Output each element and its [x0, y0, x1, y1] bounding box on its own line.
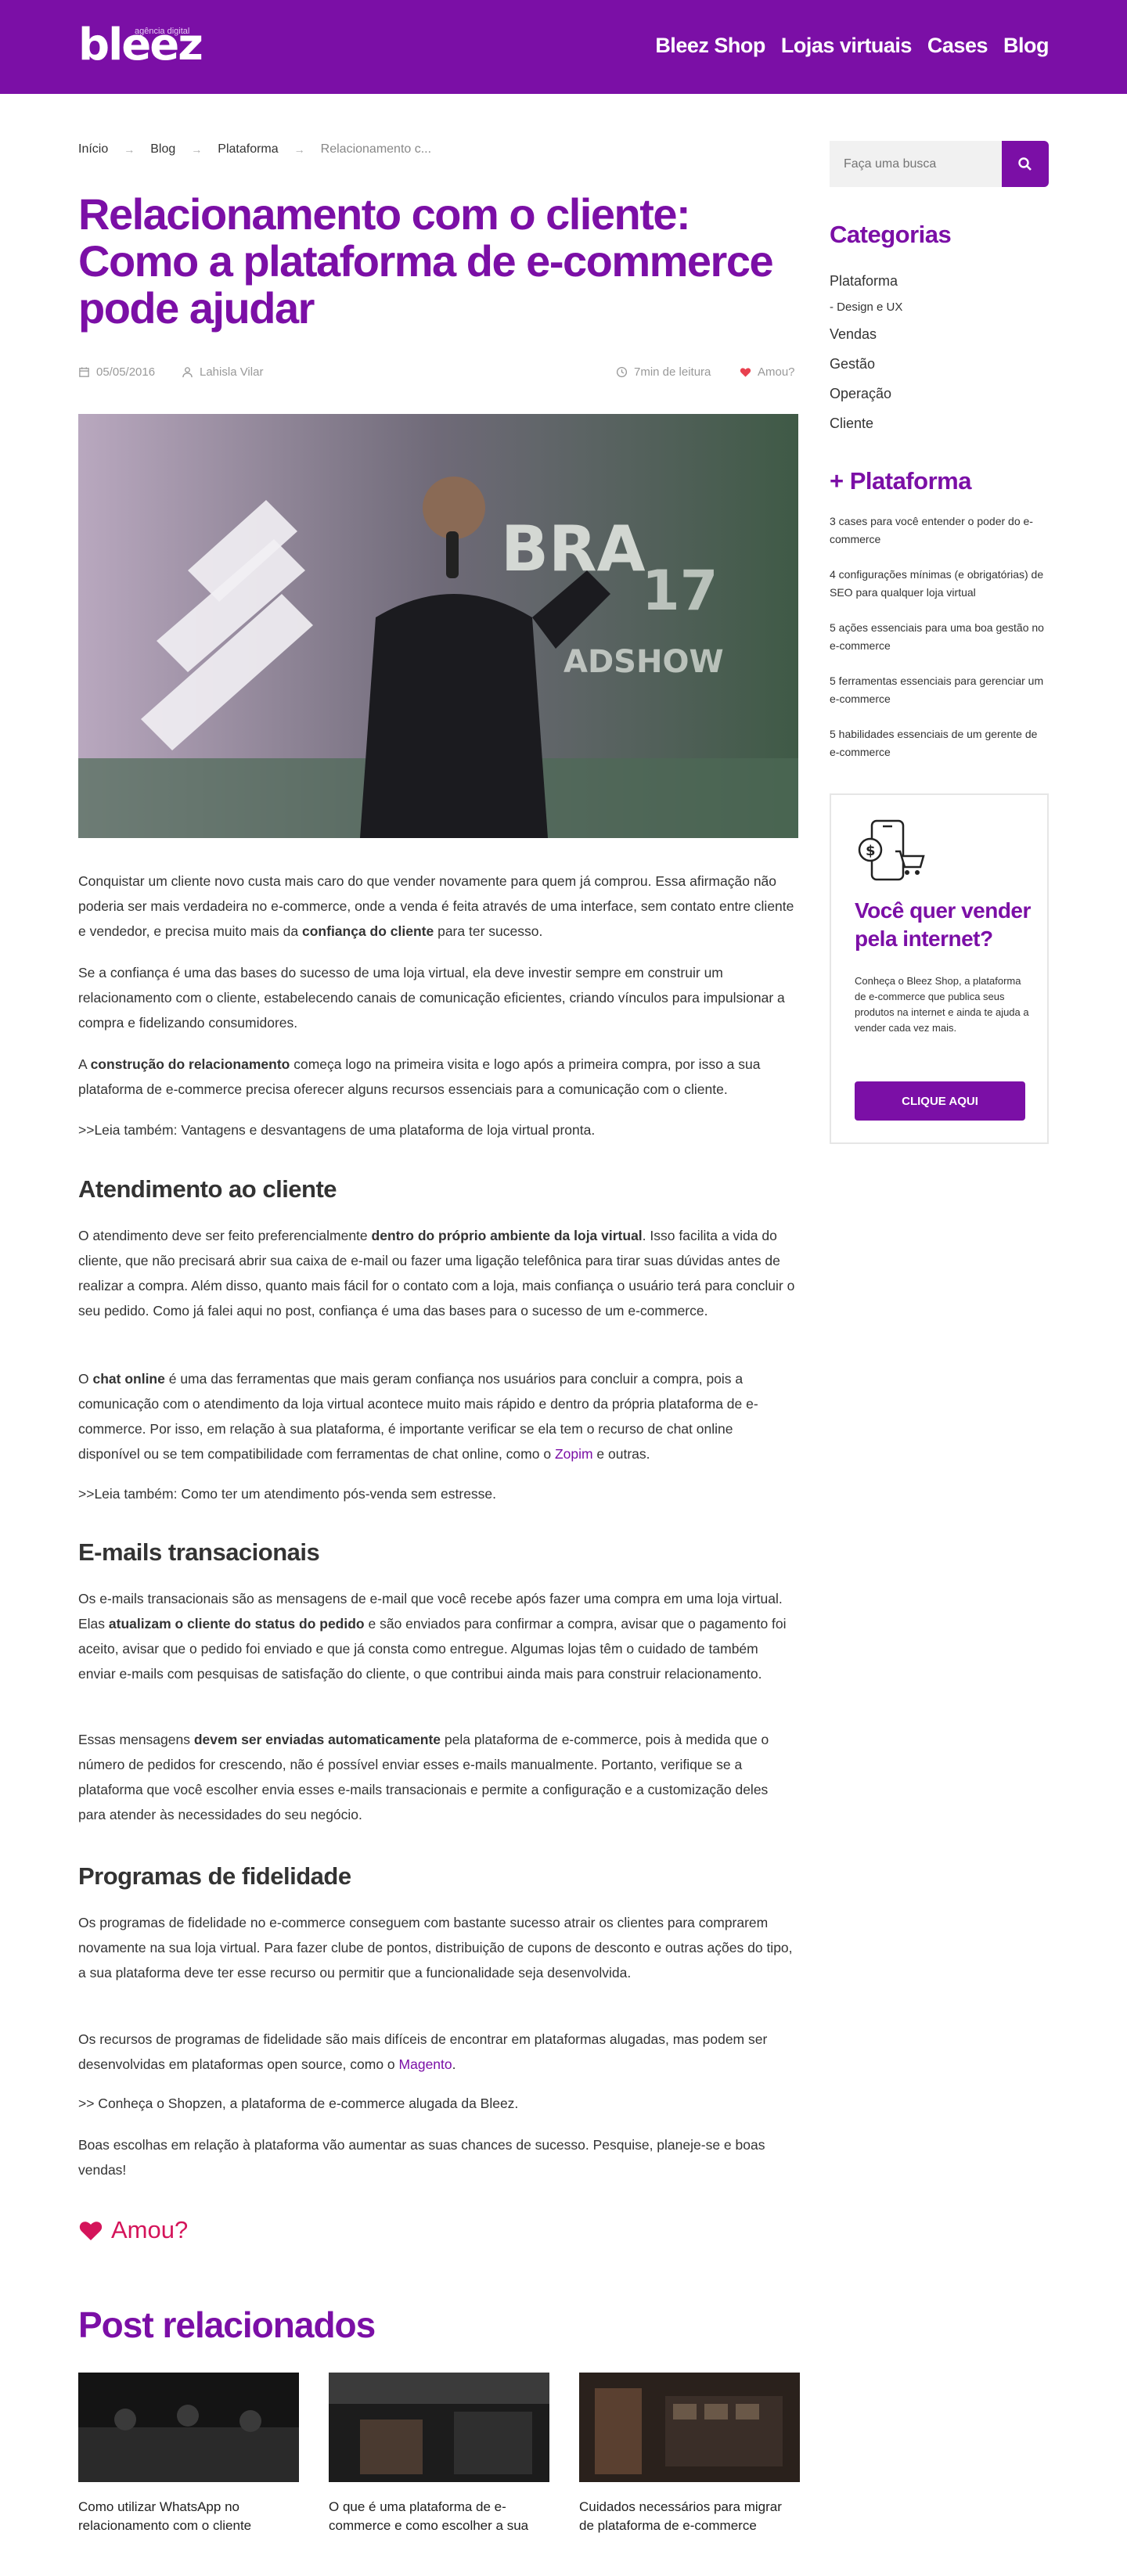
- related-post-card[interactable]: O que é uma plataforma de e-commerce e c…: [329, 2373, 549, 2535]
- plataforma-post-link[interactable]: 3 cases para você entender o poder do e-…: [830, 513, 1049, 549]
- post-title: Relacionamento com o cliente: Como a pla…: [78, 189, 774, 333]
- related-post-card[interactable]: Como utilizar WhatsApp no relacionamento…: [78, 2373, 299, 2535]
- plataforma-post-link[interactable]: 5 ações essenciais para uma boa gestão n…: [830, 619, 1049, 655]
- article-paragraph: Boas escolhas em relação à plataforma vã…: [78, 2137, 765, 2178]
- cta-text: Conheça o Bleez Shop, a plataforma de e-…: [855, 975, 1029, 1034]
- section-heading: Programas de fidelidade: [78, 1862, 351, 1890]
- related-post-title[interactable]: Como utilizar WhatsApp no relacionamento…: [78, 2498, 299, 2535]
- post-read-time-text: 7min de leitura: [634, 365, 711, 379]
- nav-cases[interactable]: Cases: [927, 34, 988, 58]
- hero-image: BRA 17 ADSHOW: [78, 414, 798, 838]
- search-button[interactable]: [1002, 141, 1049, 187]
- category-cliente[interactable]: Cliente: [830, 408, 1049, 438]
- arrow-right-icon: →: [124, 143, 135, 156]
- love-large-label: Amou?: [111, 2216, 189, 2243]
- heart-icon: [740, 368, 751, 377]
- section-heading: Atendimento ao cliente: [78, 1175, 337, 1203]
- related-post-card[interactable]: Cuidados necessários para migrar de plat…: [579, 2373, 800, 2535]
- love-label: Amou?: [758, 365, 795, 379]
- love-button[interactable]: Amou?: [740, 365, 795, 379]
- related-post-thumbnail[interactable]: [78, 2373, 299, 2482]
- svg-text:ADSHOW: ADSHOW: [564, 644, 724, 680]
- related-post-thumbnail[interactable]: [329, 2373, 549, 2482]
- article-paragraph: Conquistar um cliente novo custa mais ca…: [78, 873, 794, 939]
- svg-text:17: 17: [642, 559, 718, 623]
- article-paragraph: O chat online é uma das ferramentas que …: [78, 1371, 758, 1462]
- cta-title: Você quer vender pela internet?: [855, 898, 1031, 951]
- main-nav: Bleez Shop Lojas virtuais Cases Blog: [655, 34, 1049, 58]
- post-meta: 05/05/2016 Lahisla Vilar 7min de leitura…: [78, 365, 798, 384]
- category-vendas[interactable]: Vendas: [830, 319, 1049, 349]
- category-design-ux[interactable]: - Design e UX: [830, 296, 1049, 319]
- clock-icon: [616, 366, 628, 378]
- magento-link[interactable]: Magento: [399, 2056, 452, 2072]
- post-author[interactable]: Lahisla Vilar: [182, 365, 263, 379]
- user-icon: [182, 367, 193, 378]
- post-date-text: 05/05/2016: [96, 365, 156, 379]
- plataforma-posts-list: 3 cases para você entender o poder do e-…: [830, 513, 1049, 779]
- arrow-right-icon: →: [191, 143, 203, 156]
- related-posts-title: Post relacionados: [78, 2304, 376, 2345]
- love-large-button[interactable]: Amou?: [78, 2216, 188, 2244]
- nav-blog[interactable]: Blog: [1003, 34, 1050, 58]
- nav-bleez-shop[interactable]: Bleez Shop: [655, 34, 765, 58]
- section-heading: E-mails transacionais: [78, 1538, 320, 1566]
- breadcrumb-plataforma[interactable]: Plataforma: [218, 142, 278, 157]
- categories-title: Categorias: [830, 221, 952, 248]
- plataforma-post-link[interactable]: 4 configurações mínimas (e obrigatórias)…: [830, 566, 1049, 602]
- zopim-link[interactable]: Zopim: [555, 1446, 593, 1462]
- breadcrumb-inicio[interactable]: Início: [78, 142, 108, 157]
- breadcrumb-blog[interactable]: Blog: [150, 142, 175, 157]
- categories-list: Plataforma - Design e UX Vendas Gestão O…: [830, 266, 1049, 438]
- search-box: [830, 141, 1049, 187]
- article-paragraph: A construção do relacionamento começa lo…: [78, 1056, 761, 1097]
- related-post-title[interactable]: Cuidados necessários para migrar de plat…: [579, 2498, 800, 2535]
- category-operacao[interactable]: Operação: [830, 379, 1049, 408]
- post-date: 05/05/2016: [78, 365, 155, 379]
- nav-lojas-virtuais[interactable]: Lojas virtuais: [781, 34, 913, 58]
- category-gestao[interactable]: Gestão: [830, 349, 1049, 379]
- site-header: agência digital bleez Bleez Shop Lojas v…: [0, 0, 1127, 94]
- plataforma-post-link[interactable]: 5 ferramentas essenciais para gerenciar …: [830, 672, 1049, 708]
- calendar-icon: [79, 367, 89, 377]
- read-also-link[interactable]: >>Leia também: Vantagens e desvantagens …: [78, 1117, 798, 1142]
- article-paragraph: Os recursos de programas de fidelidade s…: [78, 2031, 768, 2072]
- svg-text:BRA: BRA: [501, 513, 646, 585]
- plataforma-post-link[interactable]: 5 habilidades essenciais de um gerente d…: [830, 725, 1049, 761]
- phone-cart-icon: $: [858, 819, 925, 881]
- article-paragraph: Os programas de fidelidade no e-commerce…: [78, 1915, 793, 1981]
- shopzen-link[interactable]: >> Conheça o Shopzen, a plataforma de e-…: [78, 2091, 798, 2116]
- heart-icon: [79, 2222, 103, 2240]
- sales-cta-box: $ Você quer vender pela internet? Conheç…: [830, 793, 1049, 1144]
- category-plataforma[interactable]: Plataforma: [830, 266, 1049, 296]
- article-paragraph: Essas mensagens devem ser enviadas autom…: [78, 1732, 769, 1822]
- related-post-title[interactable]: O que é uma plataforma de e-commerce e c…: [329, 2498, 549, 2535]
- read-also-link[interactable]: >>Leia também: Como ter um atendimento p…: [78, 1481, 798, 1506]
- post-author-text: Lahisla Vilar: [200, 365, 264, 379]
- article-paragraph: O atendimento deve ser feito preferencia…: [78, 1228, 795, 1319]
- bleez-logo[interactable]: agência digital bleez: [78, 23, 203, 67]
- post-read-time: 7min de leitura: [616, 365, 711, 379]
- svg-text:$: $: [866, 843, 876, 859]
- search-input[interactable]: [830, 141, 1002, 187]
- logo-tagline: agência digital: [135, 27, 190, 36]
- breadcrumb: Início → Blog → Plataforma → Relacioname…: [78, 142, 431, 157]
- arrow-right-icon: →: [293, 143, 305, 156]
- search-icon: [1018, 157, 1032, 171]
- article-paragraph: Os e-mails transacionais são as mensagen…: [78, 1591, 787, 1682]
- related-post-thumbnail[interactable]: [579, 2373, 800, 2482]
- cta-button[interactable]: CLIQUE AQUI: [855, 1081, 1025, 1121]
- more-plataforma-title: + Plataforma: [830, 467, 971, 495]
- article-paragraph: Se a confiança é uma das bases do sucess…: [78, 965, 785, 1031]
- breadcrumb-current: Relacionamento c...: [320, 142, 432, 156]
